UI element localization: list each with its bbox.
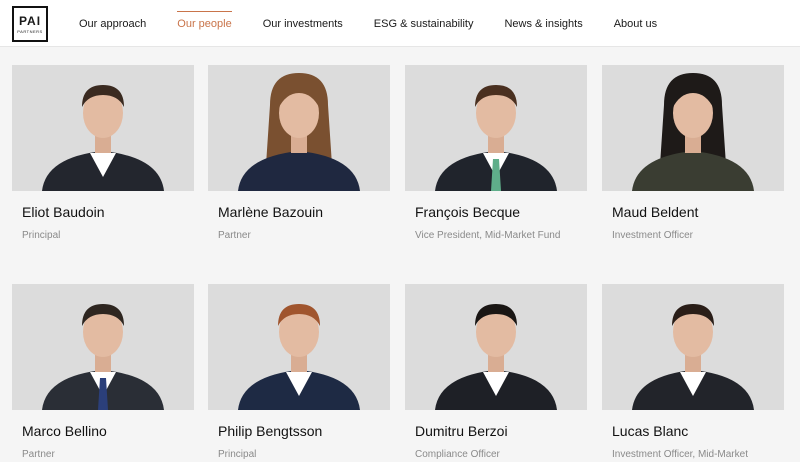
person-role: Investment Officer	[612, 230, 693, 241]
portrait-photo	[12, 284, 194, 410]
pai-partners-logo[interactable]: PAI PARTNERS	[12, 6, 48, 42]
person-name: Marlène Bazouin	[218, 204, 324, 220]
portrait-photo	[12, 65, 194, 191]
portrait-photo	[405, 65, 587, 191]
person-name: Eliot Baudoin	[22, 204, 105, 220]
portrait-silhouette	[405, 65, 587, 191]
portrait-photo	[208, 65, 390, 191]
logo-subtext: PARTNERS	[17, 28, 43, 34]
nav-news-insights[interactable]: News & insights	[504, 18, 582, 30]
person-name: Maud Beldent	[612, 204, 699, 220]
logo-text: PAI	[18, 13, 42, 28]
person-name: Marco Bellino	[22, 423, 107, 439]
nav-about-us[interactable]: About us	[614, 18, 657, 30]
portrait-photo	[208, 284, 390, 410]
person-name: Philip Bengtsson	[218, 423, 323, 439]
portrait-silhouette	[12, 65, 194, 191]
person-name: Lucas Blanc	[612, 423, 689, 439]
portrait-photo	[405, 284, 587, 410]
portrait-silhouette	[12, 284, 194, 410]
portrait-photo	[602, 284, 784, 410]
portrait-silhouette	[208, 65, 390, 191]
nav-our-investments[interactable]: Our investments	[263, 18, 343, 30]
person-name: Dumitru Berzoi	[415, 423, 508, 439]
person-role: Partner	[218, 230, 251, 241]
portrait-silhouette	[602, 284, 784, 410]
person-role: Principal	[22, 230, 61, 241]
site-header: PAI PARTNERS Our approach Our people Our…	[0, 0, 800, 47]
nav-our-people[interactable]: Our people	[177, 10, 233, 30]
portrait-photo	[602, 65, 784, 191]
nav-esg-sustainability[interactable]: ESG & sustainability	[374, 18, 474, 30]
person-name: François Becque	[415, 204, 521, 220]
portrait-silhouette	[208, 284, 390, 410]
nav-our-approach[interactable]: Our approach	[79, 18, 146, 30]
person-role: Vice President, Mid-Market Fund	[415, 230, 561, 241]
main-nav: Our approach Our people Our investments …	[79, 0, 688, 47]
portrait-silhouette	[405, 284, 587, 410]
portrait-silhouette	[602, 65, 784, 191]
